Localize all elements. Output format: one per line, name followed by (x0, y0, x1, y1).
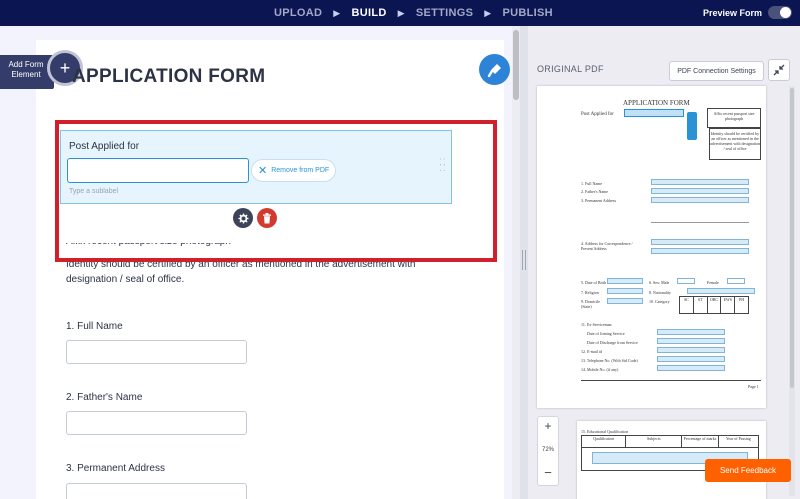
nav-upload[interactable]: UPLOAD (274, 7, 322, 19)
zoom-in-button[interactable]: + (538, 419, 558, 433)
pdf-heading: APPLICATION FORM (623, 99, 690, 107)
nav-settings[interactable]: SETTINGS (416, 7, 473, 19)
pdf-row-email: 12. E-mail id (581, 349, 602, 354)
pdf-row-fathers-name: 2. Father's Name (581, 189, 609, 194)
pdf-row-mobile: 14. Mobile No. (if any) (581, 367, 619, 372)
pdf-discharge-field[interactable] (657, 338, 725, 344)
pdf-joining-field[interactable] (657, 329, 725, 335)
pdf-address-line (651, 222, 749, 223)
pdf-row-correspondence: 4. Address for Correspondence / Present … (581, 241, 633, 251)
form-builder-area: Add Form Element + APPLICATION FORM Post… (0, 26, 518, 499)
collapse-arrows-icon (773, 64, 785, 76)
pdf-col-qualification: Qualification (582, 436, 627, 447)
builder-scrollbar-thumb[interactable] (513, 30, 519, 100)
top-nav-bar: UPLOAD ▶ BUILD ▶ SETTINGS ▶ PUBLISH Prev… (0, 0, 800, 26)
pdf-category-sc: SC (680, 297, 694, 313)
question-label-fathers-name: 2. Father's Name (66, 392, 143, 403)
zoom-level: 72% (541, 447, 554, 453)
toggle-knob (780, 7, 791, 18)
zoom-out-button[interactable]: − (538, 465, 558, 480)
pdf-table-header: Qualification Subjects Percentage of mar… (582, 436, 758, 448)
pdf-row-nationality: 8. Nationality (649, 290, 671, 295)
pdf-row-category: 10. Category (649, 299, 670, 304)
pdf-certify-box: Identity should be certified by an offic… (709, 128, 761, 160)
pdf-col-year: Year of Passing (725, 436, 751, 441)
pdf-permanent-address-field[interactable] (651, 197, 749, 203)
pdf-page-number: Page 1 (748, 384, 759, 389)
fathers-name-input[interactable] (66, 411, 247, 435)
pdf-photo-box: Affix recent passport size photograph (707, 108, 761, 128)
pdf-full-name-field[interactable] (651, 179, 749, 185)
preview-form-toggle[interactable] (768, 6, 792, 19)
selection-highlight (55, 120, 497, 262)
full-name-input[interactable] (66, 340, 247, 364)
pdf-female-checkbox[interactable] (727, 278, 745, 284)
pdf-row-ex-serviceman: 11. Ex-Serviceman (581, 322, 612, 327)
pdf-male-checkbox[interactable] (677, 278, 695, 284)
question-label-full-name: 1. Full Name (66, 321, 123, 332)
pdf-scrollbar-thumb[interactable] (790, 88, 794, 388)
pdf-correspondence-field[interactable] (651, 239, 749, 245)
pdf-category-ews: EWS (721, 297, 736, 313)
pdf-post-label: Post Applied for (581, 112, 614, 117)
pdf-field-actions (687, 112, 697, 140)
chevron-right-icon: ▶ (397, 7, 405, 18)
pdf-page-1: APPLICATION FORM Post Applied for Affix … (537, 86, 766, 408)
pdf-category-ph: PH (739, 297, 745, 302)
pdf-row-religion: 7. Religion (581, 290, 599, 295)
nav-publish[interactable]: PUBLISH (502, 7, 552, 19)
zoom-controls: + 72% − (537, 416, 559, 486)
pdf-telephone-field[interactable] (657, 356, 725, 362)
collapse-panel-button[interactable] (768, 59, 790, 81)
pdf-post-field[interactable] (624, 109, 684, 117)
pdf-row-female: Female (707, 280, 719, 285)
resize-handle-icon[interactable] (522, 250, 526, 270)
original-pdf-panel: ORIGINAL PDF PDF Connection Settings APP… (528, 26, 800, 499)
pdf-domicile-field[interactable] (607, 298, 643, 304)
pdf-category-obc: OBC (708, 297, 722, 313)
pdf-category-grid: SC ST OBC EWS PH (679, 296, 749, 314)
add-form-element-label: Add Form Element (8, 60, 44, 79)
permanent-address-input[interactable] (66, 483, 247, 499)
pdf-religion-field[interactable] (607, 288, 643, 294)
preview-form-label: Preview Form (702, 7, 762, 18)
nav-build[interactable]: BUILD (351, 7, 386, 19)
pdf-row-dob: 5. Date of Birth (581, 280, 607, 285)
pdf-row-joining: Date of Joining Service (587, 331, 625, 336)
pdf-panel-title: ORIGINAL PDF (537, 64, 604, 74)
chevron-right-icon: ▶ (484, 7, 492, 18)
pdf-category-st: ST (694, 297, 708, 313)
chevron-right-icon: ▶ (333, 7, 341, 18)
pdf-row-discharge: Date of Discharge from Service (587, 340, 638, 345)
pdf-email-field[interactable] (657, 347, 725, 353)
pdf-mobile-field[interactable] (657, 365, 725, 371)
pdf-row-telephone: 13. Telephone No. (With Std Code) (581, 358, 638, 363)
pdf-dob-field[interactable] (607, 278, 643, 284)
pdf-nationality-field[interactable] (687, 288, 755, 294)
pdf-row-full-name: 1. Full Name (581, 181, 602, 186)
pdf-fathers-name-field[interactable] (651, 188, 749, 194)
paint-roller-icon (487, 63, 501, 77)
send-feedback-button[interactable]: Send Feedback (705, 459, 791, 482)
plus-icon: + (59, 57, 71, 78)
pdf-col-subjects: Subjects (626, 436, 683, 447)
pdf-page2-heading: 15. Educational Qualification (581, 429, 629, 434)
pdf-col-percentage: Percentage of marks (682, 436, 719, 447)
form-title[interactable]: APPLICATION FORM (72, 66, 265, 88)
nav-steps: UPLOAD ▶ BUILD ▶ SETTINGS ▶ PUBLISH (274, 0, 553, 26)
form-designer-button[interactable] (479, 54, 510, 85)
preview-form-control: Preview Form (703, 6, 792, 19)
add-form-element-button[interactable]: Add Form Element (0, 55, 54, 89)
pdf-connection-settings-button[interactable]: PDF Connection Settings (669, 61, 764, 81)
pdf-correspondence-field-2[interactable] (651, 248, 749, 254)
pdf-footer-line (581, 380, 761, 381)
question-label-permanent-address: 3. Permanent Address (66, 463, 165, 474)
pdf-row-domicile: 9. Domicile (State) (581, 299, 600, 309)
pdf-row-permanent-address: 3. Permanent Address (581, 198, 616, 203)
pdf-row-sex-male: 6. Sex: Male (649, 280, 670, 285)
